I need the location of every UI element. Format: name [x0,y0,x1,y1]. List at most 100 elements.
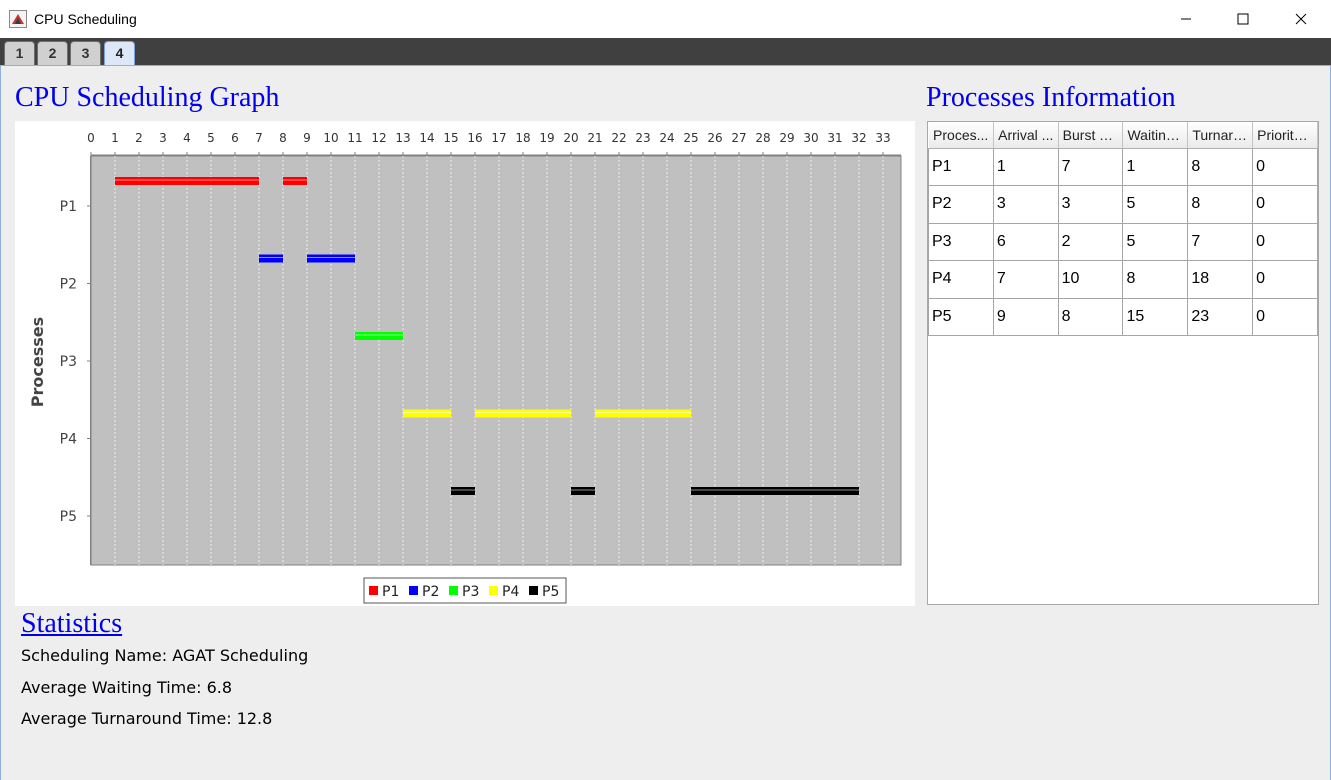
x-tick-label: 0 [87,131,95,145]
table-cell[interactable]: P5 [928,297,994,336]
java-app-icon [9,10,27,28]
x-tick-label: 11 [347,131,362,145]
table-cell[interactable]: P2 [928,185,994,224]
tab-1[interactable]: 1 [4,41,35,65]
table-cell[interactable]: 0 [1252,297,1318,336]
x-tick-label: 27 [731,131,746,145]
gantt-bar-p3[interactable] [355,332,403,340]
column-header[interactable]: Burst Ti... [1058,122,1124,149]
column-header[interactable]: Priority ... [1252,122,1318,149]
tab-4[interactable]: 4 [104,41,135,65]
tab-3[interactable]: 3 [70,41,101,65]
x-tick-label: 32 [851,131,866,145]
gantt-bar-p5[interactable] [451,487,475,495]
gantt-bar-p5[interactable] [691,487,859,495]
column-header[interactable]: Waiting ... [1122,122,1189,149]
table-cell[interactable]: 8 [1187,147,1254,186]
table-cell[interactable]: 6 [992,222,1059,261]
y-tick-label: P4 [60,432,77,448]
table-row[interactable]: P2 3 3 5 8 0 [928,185,1318,224]
table-cell[interactable]: 8 [1187,185,1254,224]
table-cell[interactable]: 23 [1187,297,1254,336]
table-cell[interactable]: 15 [1122,297,1189,336]
x-tick-label: 23 [635,131,650,145]
table-cell[interactable]: 5 [1122,222,1189,261]
table-cell[interactable]: 9 [992,297,1059,336]
table-cell[interactable]: 0 [1252,185,1318,224]
table-cell[interactable]: 3 [992,185,1059,224]
x-tick-label: 22 [611,131,626,145]
table-cell[interactable]: 5 [1122,185,1189,224]
x-tick-label: 28 [755,131,770,145]
table-cell[interactable]: 8 [1057,297,1124,336]
gantt-bar-p1[interactable] [283,177,307,185]
table-cell[interactable]: 8 [1122,260,1189,299]
statistics-title[interactable]: Statistics [21,608,122,640]
gantt-bar-p4[interactable] [475,409,571,418]
x-tick-label: 9 [303,131,311,145]
table-row[interactable]: P1 1 7 1 8 0 [928,147,1318,186]
table-cell[interactable]: 2 [1057,222,1124,261]
legend-label-p4: P4 [502,584,519,600]
legend-label-p3: P3 [462,584,479,600]
gantt-bar-p1[interactable] [115,177,259,185]
gantt-bar-p4[interactable] [403,409,451,418]
x-tick-label: 29 [779,131,794,145]
x-tick-label: 31 [827,131,842,145]
table-cell[interactable]: 7 [1187,222,1254,261]
table-cell[interactable]: 7 [1057,147,1124,186]
gantt-bar-p2[interactable] [259,254,283,263]
processes-table: Proces... Arrival ... Burst Ti... Waitin… [928,122,1318,336]
x-tick-label: 14 [419,131,434,145]
average-waiting-time-text: Average Waiting Time: 6.8 [21,678,233,697]
table-cell[interactable]: 1 [992,147,1059,186]
table-cell[interactable]: 10 [1057,260,1124,299]
table-row[interactable]: P4 7 10 8 18 0 [928,260,1318,299]
legend-swatch-p4 [489,586,498,595]
x-tick-label: 15 [443,131,458,145]
graph-title: CPU Scheduling Graph [15,82,280,113]
close-button[interactable] [1272,0,1330,38]
table-cell[interactable]: 18 [1187,260,1254,299]
legend-swatch-p1 [369,586,378,595]
x-tick-label: 18 [515,131,530,145]
table-cell[interactable]: 3 [1057,185,1124,224]
table-cell[interactable]: 0 [1252,222,1318,261]
y-tick-label: P1 [60,199,77,215]
legend-swatch-p5 [529,586,538,595]
x-tick-label: 2 [135,131,143,145]
table-row[interactable]: P3 6 2 5 7 0 [928,222,1318,261]
column-header[interactable]: Proces... [928,122,994,149]
tab-2[interactable]: 2 [37,41,68,65]
x-tick-label: 13 [395,131,410,145]
column-header[interactable]: Arrival ... [993,122,1059,149]
legend-label-p2: P2 [422,584,439,600]
legend-label-p5: P5 [542,584,559,600]
table-cell[interactable]: 0 [1252,260,1318,299]
table-row[interactable]: P5 9 8 15 23 0 [928,297,1318,336]
gantt-bar-p2[interactable] [307,254,355,263]
table-cell[interactable]: P1 [928,147,994,186]
gantt-bar-p5[interactable] [571,487,595,495]
x-tick-label: 19 [539,131,554,145]
gantt-bar-p4[interactable] [595,409,691,418]
x-tick-label: 17 [491,131,506,145]
x-tick-label: 16 [467,131,482,145]
maximize-button[interactable] [1214,0,1272,38]
table-cell[interactable]: 7 [992,260,1059,299]
y-tick-label: P2 [60,277,77,293]
x-tick-label: 24 [659,131,674,145]
x-tick-label: 12 [371,131,386,145]
window-title: CPU Scheduling [34,11,137,27]
table-cell[interactable]: 0 [1252,147,1318,186]
x-tick-label: 7 [255,131,263,145]
table-header-row: Proces... Arrival ... Burst Ti... Waitin… [928,122,1318,149]
minimize-icon [1181,18,1191,20]
table-cell[interactable]: 1 [1122,147,1189,186]
y-tick-label: P3 [60,354,77,370]
close-icon [1295,13,1307,25]
column-header[interactable]: Turnaro... [1187,122,1254,149]
table-cell[interactable]: P4 [928,260,994,299]
table-cell[interactable]: P3 [928,222,994,261]
minimize-button[interactable] [1157,0,1215,38]
